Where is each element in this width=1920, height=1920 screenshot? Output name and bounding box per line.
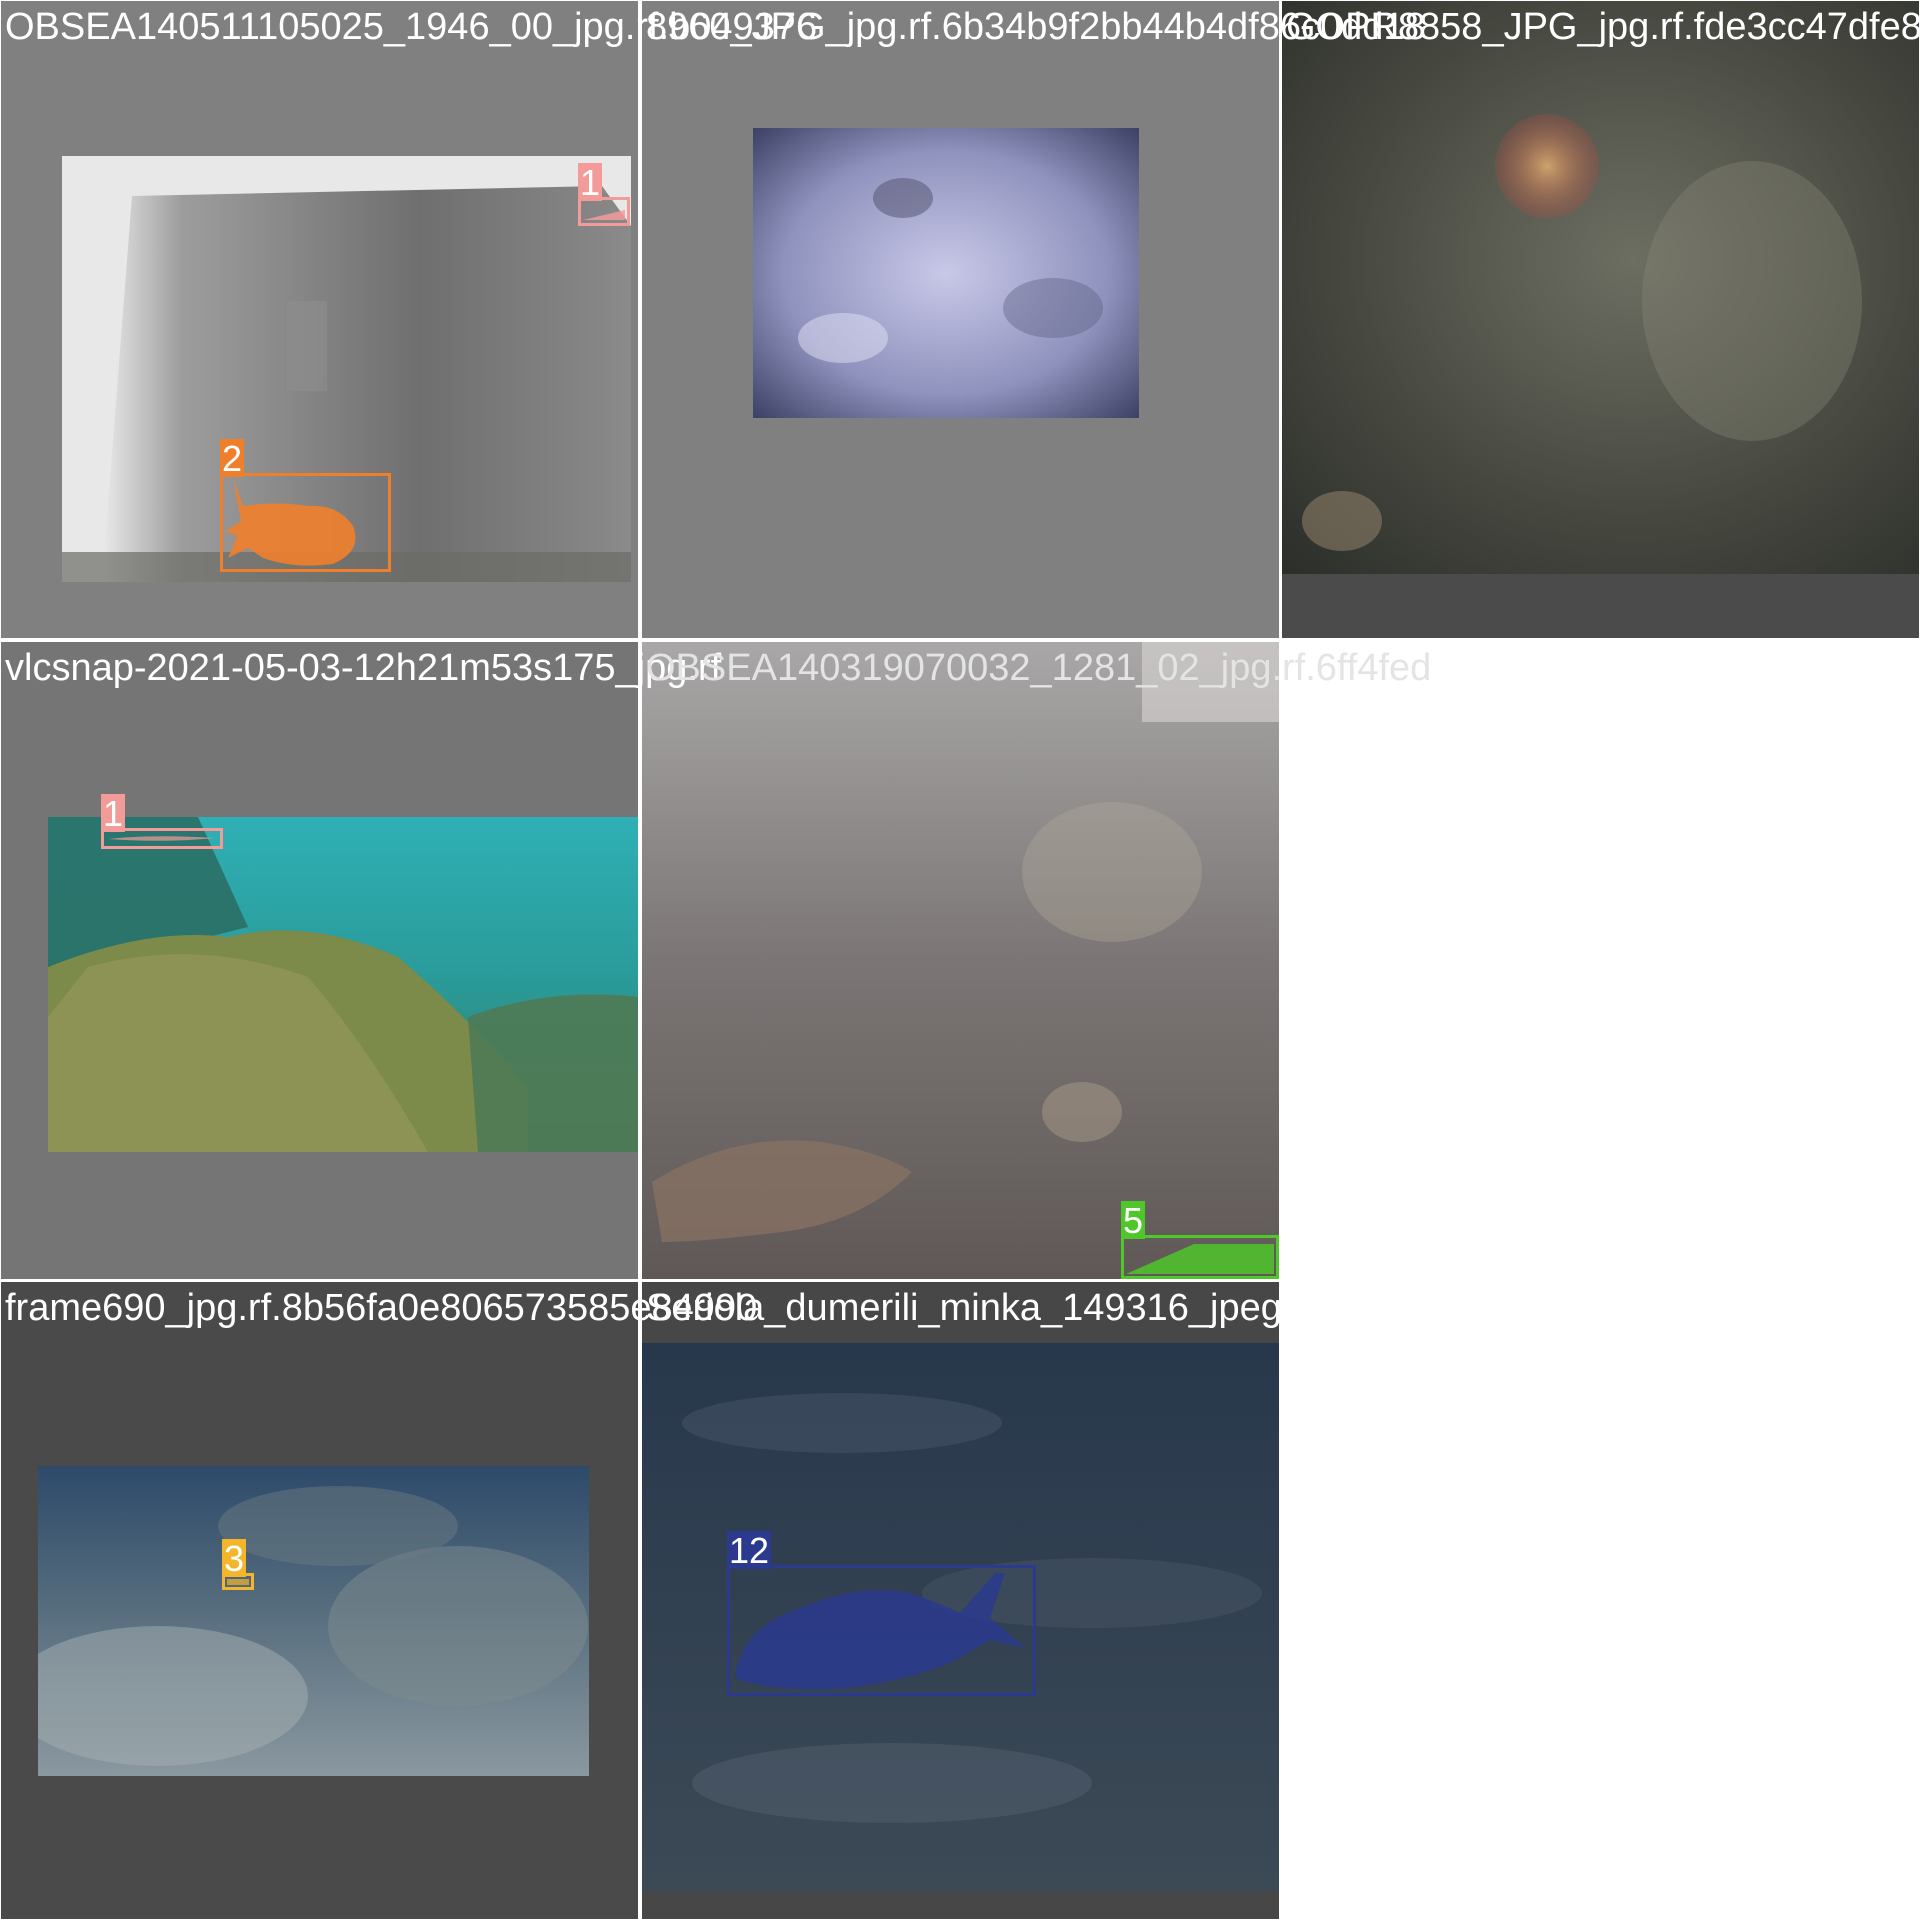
mosaic-tile-2 bbox=[642, 1, 1279, 638]
image-filename: Seriola_dumerili_minka_149316_jpeg_jpg.r bbox=[646, 1287, 1377, 1329]
mosaic-tile-1: 1 2 bbox=[1, 1, 638, 638]
fish-mask bbox=[735, 1573, 1025, 1690]
underwater-photo bbox=[48, 817, 638, 1152]
grid-divider bbox=[1280, 0, 1282, 640]
mosaic-tile-7: 12 bbox=[642, 1282, 1279, 1919]
underwater-photo bbox=[642, 642, 1279, 1279]
image-filename: frame690_jpg.rf.8b56fa0e806573585e84990 bbox=[5, 1287, 758, 1329]
box-label: 3 bbox=[222, 1538, 247, 1579]
grid-divider bbox=[639, 0, 641, 1920]
box-label: 5 bbox=[1121, 1200, 1146, 1241]
box-label: 2 bbox=[220, 438, 245, 479]
image-filename: vlcsnap-2021-05-03-12h21m53s175_jpg.rf bbox=[5, 647, 722, 689]
grid-divider bbox=[0, 1280, 1282, 1282]
mosaic-tile-6: 3 bbox=[1, 1282, 638, 1919]
box-label: 12 bbox=[727, 1530, 772, 1571]
box-label: 1 bbox=[578, 162, 603, 203]
box-label: 1 bbox=[101, 793, 126, 834]
segmentation-mask bbox=[1126, 1244, 1274, 1274]
segmentation-mask bbox=[583, 210, 625, 220]
underwater-photo bbox=[1282, 1, 1919, 574]
mosaic-tile-4: 1 bbox=[1, 642, 638, 1279]
fish-mask bbox=[226, 478, 356, 566]
underwater-photo bbox=[38, 1466, 589, 1776]
image-filename: OBSEA140319070032_1281_02_jpg.rf.6ff4fed bbox=[646, 647, 1432, 689]
image-filename: GOPR8858_JPG_jpg.rf.fde3cc47dfe8 bbox=[1286, 6, 1920, 48]
mosaic-tile-5: 5 bbox=[642, 642, 1279, 1279]
underwater-photo bbox=[753, 128, 1139, 418]
grid-divider bbox=[0, 639, 1920, 641]
mosaic-tile-3 bbox=[1282, 1, 1919, 638]
